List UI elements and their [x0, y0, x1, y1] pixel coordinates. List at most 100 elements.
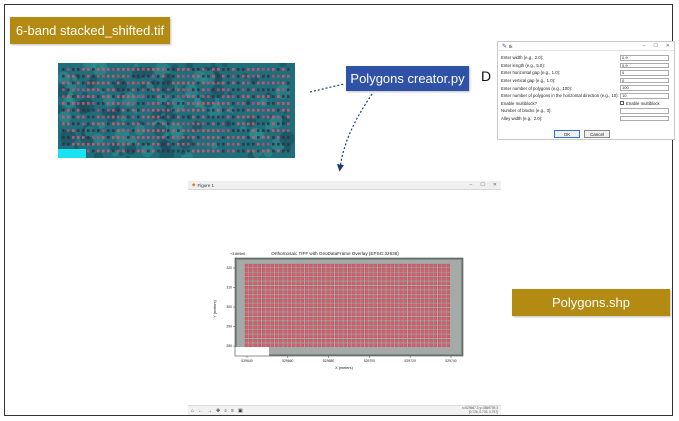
horizontal-gap-input[interactable]: 0 — [620, 70, 669, 76]
ortho-plot-spot — [97, 81, 100, 85]
close-icon[interactable]: ✕ — [493, 182, 497, 188]
plot-polygon — [395, 339, 399, 343]
close-icon[interactable]: ✕ — [666, 43, 670, 49]
ortho-plot-spot — [92, 108, 95, 112]
y-axis-label: Y (meters) — [213, 299, 217, 317]
ortho-plot-spot — [252, 149, 255, 153]
plot-polygon — [244, 321, 249, 325]
figure-stage: 6-band stacked_shifted.tif Polygons crea… — [0, 0, 679, 421]
plot-polygon — [403, 263, 407, 268]
ortho-plot-spot — [242, 136, 245, 139]
back-icon[interactable]: ← — [198, 408, 203, 414]
maximize-icon[interactable]: ☐ — [653, 43, 657, 49]
plot-polygon — [253, 272, 257, 277]
plot-polygon — [373, 316, 377, 321]
plot-polygon — [287, 294, 292, 299]
cancel-button[interactable]: Cancel — [584, 130, 610, 138]
horizontal-count-input[interactable]: 10 — [620, 92, 669, 99]
plot-polygon — [429, 286, 433, 290]
home-icon[interactable]: ⌂ — [191, 408, 194, 414]
plot-polygon — [373, 281, 377, 285]
plot-polygon — [360, 294, 365, 299]
length-input[interactable]: 0.9 — [620, 62, 669, 69]
ortho-plot-spot — [77, 122, 80, 126]
plot-polygon — [386, 290, 390, 294]
ortho-plot-spot — [262, 74, 265, 78]
alley-label: Alley width (e.g., 2.0): — [501, 116, 543, 122]
alley-input[interactable] — [620, 115, 669, 122]
zoom-icon[interactable]: ⌕ — [224, 408, 227, 414]
plot-polygon — [339, 339, 343, 343]
ortho-plot-spot — [172, 95, 175, 98]
plot-polygon — [433, 339, 437, 343]
plot-polygon — [326, 286, 330, 290]
plot-polygon — [433, 321, 437, 325]
maximize-icon[interactable]: ☐ — [480, 182, 484, 188]
minimize-icon[interactable]: – — [643, 43, 646, 49]
ok-button[interactable]: OK — [554, 130, 580, 138]
width-label: Enter width (e.g., 2.0): — [501, 55, 544, 61]
ortho-plot-spot — [192, 95, 195, 98]
ortho-plot-spot — [77, 68, 80, 71]
multiblock-checkbox[interactable]: Enable multiblock — [620, 101, 660, 106]
plot-polygon — [373, 308, 377, 312]
plot-polygon — [279, 303, 283, 308]
ortho-plot-spot — [107, 122, 110, 126]
plot-polygon — [335, 334, 339, 338]
plot-polygon — [369, 268, 373, 272]
ortho-plot-spot — [172, 136, 175, 139]
plot-polygon — [373, 303, 377, 308]
plot-polygon — [279, 290, 283, 294]
configure-icon[interactable]: ≡ — [231, 408, 234, 414]
plot-polygon — [249, 321, 253, 325]
plot-polygon — [377, 263, 382, 268]
plot-polygon — [262, 303, 266, 308]
plot-polygon — [352, 334, 356, 338]
plot-polygon — [416, 330, 420, 334]
plot-polygon — [377, 339, 382, 343]
minimize-icon[interactable]: – — [470, 182, 473, 188]
ortho-plot-spot — [137, 108, 140, 112]
plot-polygon — [369, 290, 373, 294]
x-tick-label: 529720 — [405, 359, 416, 363]
ortho-plot-spot — [247, 136, 250, 139]
ortho-plot-spot — [282, 136, 285, 139]
plot-polygon — [390, 312, 395, 316]
save-icon[interactable]: ▣ — [238, 408, 243, 414]
pan-icon[interactable]: ✥ — [216, 408, 220, 414]
plot-polygon — [283, 277, 287, 281]
ortho-plot-spot — [167, 136, 170, 139]
polygon-count-input[interactable]: 100 — [620, 85, 669, 91]
ortho-plot-spot — [167, 95, 170, 98]
plot-polygon — [416, 286, 420, 290]
ortho-plot-spot — [227, 81, 230, 85]
ortho-plot-spot — [237, 108, 240, 112]
ortho-plot-spot — [207, 108, 210, 112]
plot-polygon — [274, 272, 279, 277]
plot-polygon — [433, 263, 437, 268]
plot-polygon — [283, 330, 287, 334]
ortho-plot-spot — [192, 88, 195, 92]
plot-polygon — [300, 330, 304, 334]
ortho-plot-spot — [82, 68, 85, 71]
plot-polygon — [382, 325, 386, 330]
checkbox-box[interactable] — [620, 101, 624, 106]
plot-polygon — [412, 321, 416, 325]
vertical-gap-input[interactable]: 0 — [620, 77, 669, 84]
ortho-plot-spot — [142, 115, 145, 119]
forward-icon[interactable]: → — [207, 408, 212, 414]
ortho-plot-spot — [202, 108, 205, 112]
plot-polygon — [330, 325, 334, 330]
plot-polygon — [429, 325, 433, 330]
width-input[interactable]: 0.9 — [620, 55, 669, 61]
ortho-plot-spot — [242, 149, 245, 153]
ortho-plot-spot — [167, 122, 170, 126]
plot-polygon — [296, 312, 300, 316]
plot-polygon — [335, 299, 339, 303]
ortho-plot-spot — [237, 68, 240, 71]
plot-polygon — [300, 281, 304, 285]
plot-polygon — [270, 263, 274, 268]
ortho-plot-spot — [147, 108, 150, 112]
ortho-plot-spot — [72, 122, 75, 126]
blocks-input[interactable] — [620, 108, 669, 114]
